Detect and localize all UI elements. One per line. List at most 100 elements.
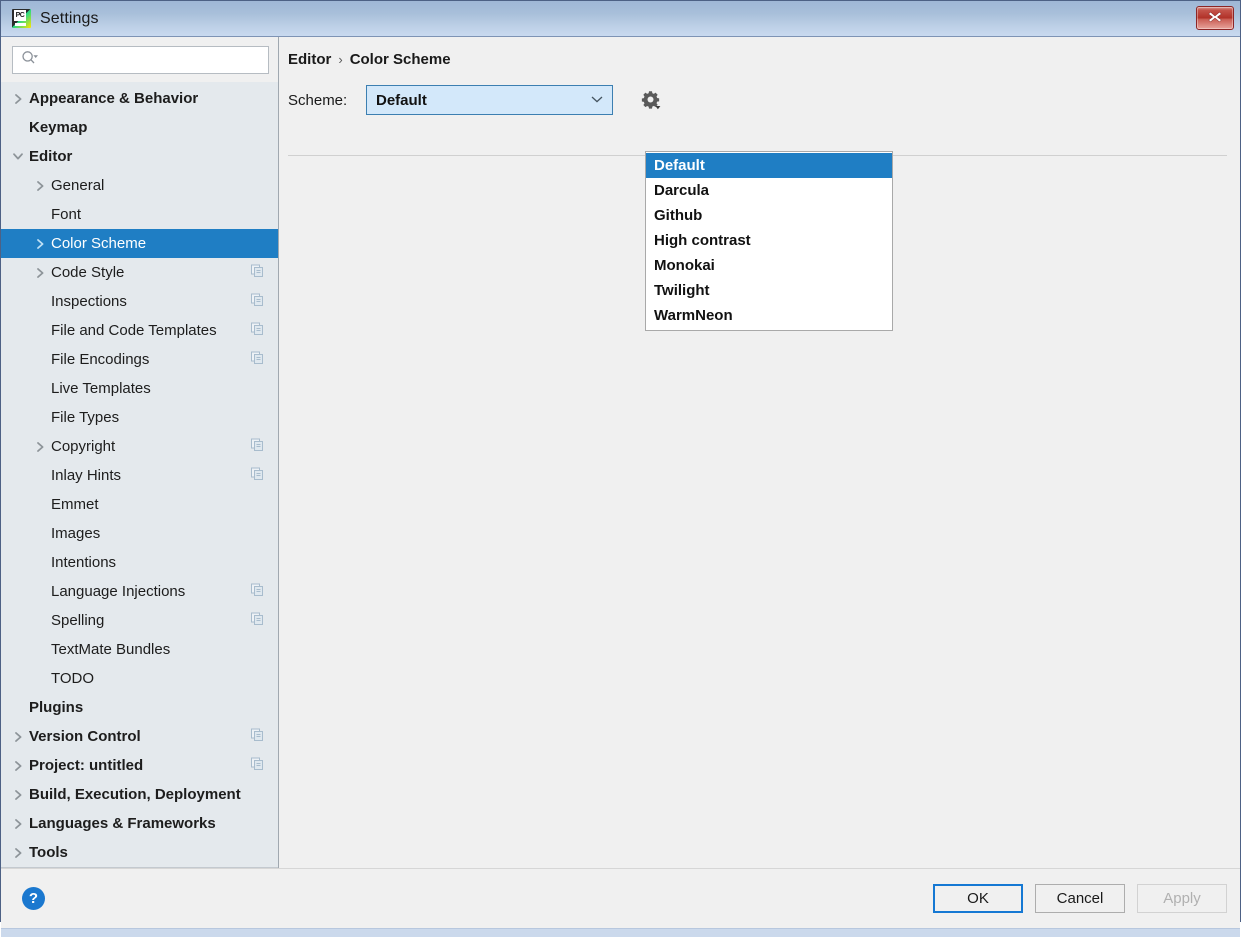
- sidebar-item-plugins[interactable]: Plugins: [1, 693, 278, 722]
- main-split: Appearance & Behavior Keymap Editor General…: [1, 37, 1240, 868]
- pycharm-icon: PC: [12, 9, 31, 28]
- project-scope-badge-icon: [251, 467, 264, 484]
- sidebar-item-font[interactable]: Font: [1, 200, 278, 229]
- project-scope-badge-icon: [251, 438, 264, 455]
- sidebar-item-project-untitled[interactable]: Project: untitled: [1, 751, 278, 780]
- sidebar-item-label: Intentions: [51, 554, 117, 571]
- sidebar-item-color-scheme[interactable]: Color Scheme: [1, 229, 278, 258]
- sidebar-item-spelling[interactable]: Spelling: [1, 606, 278, 635]
- sidebar-item-build-execution-deployment[interactable]: Build, Execution, Deployment: [1, 780, 278, 809]
- search-field[interactable]: [12, 46, 269, 74]
- sidebar-item-inlay-hints[interactable]: Inlay Hints: [1, 461, 278, 490]
- breadcrumb-separator-icon: ›: [338, 52, 343, 67]
- ok-button[interactable]: OK: [933, 884, 1023, 913]
- sidebar-item-file-types[interactable]: File Types: [1, 403, 278, 432]
- sidebar-item-label: Spelling: [51, 612, 105, 629]
- sidebar-item-general[interactable]: General: [1, 171, 278, 200]
- scheme-option-twilight[interactable]: Twilight: [646, 278, 892, 303]
- sidebar-item-label: Code Style: [51, 264, 125, 281]
- chevron-down-icon[interactable]: [10, 151, 26, 162]
- sidebar-item-label: Appearance & Behavior: [29, 90, 199, 107]
- sidebar-item-label: Tools: [29, 844, 68, 861]
- chevron-right-icon[interactable]: [10, 760, 26, 772]
- chevron-right-icon[interactable]: [10, 731, 26, 743]
- scheme-label: Scheme:: [288, 91, 348, 109]
- scheme-option-monokai[interactable]: Monokai: [646, 253, 892, 278]
- project-scope-badge-icon: [251, 583, 264, 600]
- sidebar-item-language-injections[interactable]: Language Injections: [1, 577, 278, 606]
- sidebar-item-languages-frameworks[interactable]: Languages & Frameworks: [1, 809, 278, 838]
- scheme-selected-value: Default: [376, 91, 427, 109]
- breadcrumb: Editor › Color Scheme: [279, 37, 1240, 68]
- chevron-right-icon[interactable]: [32, 267, 48, 279]
- project-scope-badge-icon: [251, 264, 264, 281]
- sidebar-item-label: Version Control: [29, 728, 141, 745]
- scheme-dropdown-popup: Default Darcula Github High contrast Monokai…: [645, 151, 893, 331]
- project-scope-badge-icon: [251, 757, 264, 774]
- close-icon[interactable]: [1196, 6, 1234, 30]
- window-title: Settings: [40, 9, 99, 27]
- sidebar-item-label: File Types: [51, 409, 120, 426]
- sidebar-item-emmet[interactable]: Emmet: [1, 490, 278, 519]
- dialog-footer: ? OK Cancel Apply: [1, 868, 1240, 928]
- settings-dialog: PC Settings Appearance & Behavior Keymap…: [0, 0, 1241, 937]
- scheme-row: Scheme: Default: [279, 85, 1240, 115]
- sidebar-item-label: Language Injections: [51, 583, 186, 600]
- chevron-right-icon[interactable]: [10, 818, 26, 830]
- scheme-option-high-contrast[interactable]: High contrast: [646, 228, 892, 253]
- chevron-right-icon[interactable]: [32, 180, 48, 192]
- sidebar-item-label: TextMate Bundles: [51, 641, 171, 658]
- app-icon-text: PC: [14, 10, 26, 21]
- sidebar-item-intentions[interactable]: Intentions: [1, 548, 278, 577]
- sidebar-item-label: Copyright: [51, 438, 116, 455]
- sidebar-item-label: Color Scheme: [51, 235, 147, 252]
- sidebar-item-label: Plugins: [29, 699, 84, 716]
- project-scope-badge-icon: [251, 351, 264, 368]
- footer-button-group: OK Cancel Apply: [933, 884, 1227, 913]
- sidebar-item-copyright[interactable]: Copyright: [1, 432, 278, 461]
- scheme-combobox[interactable]: Default: [366, 85, 613, 115]
- chevron-right-icon[interactable]: [10, 847, 26, 859]
- cancel-button[interactable]: Cancel: [1035, 884, 1125, 913]
- sidebar-item-version-control[interactable]: Version Control: [1, 722, 278, 751]
- sidebar-item-keymap[interactable]: Keymap: [1, 113, 278, 142]
- sidebar-item-inspections[interactable]: Inspections: [1, 287, 278, 316]
- sidebar-item-label: Font: [51, 206, 82, 223]
- sidebar-item-file-and-code-templates[interactable]: File and Code Templates: [1, 316, 278, 345]
- sidebar-item-label: TODO: [51, 670, 95, 687]
- sidebar-item-label: Languages & Frameworks: [29, 815, 216, 832]
- scheme-option-darcula[interactable]: Darcula: [646, 178, 892, 203]
- sidebar-item-label: Build, Execution, Deployment: [29, 786, 241, 803]
- chevron-right-icon[interactable]: [32, 441, 48, 453]
- sidebar-item-label: General: [51, 177, 105, 194]
- sidebar-item-label: Images: [51, 525, 101, 542]
- chevron-right-icon[interactable]: [10, 93, 26, 105]
- settings-tree: Appearance & Behavior Keymap Editor General…: [1, 82, 278, 868]
- sidebar-item-appearance-behavior[interactable]: Appearance & Behavior: [1, 84, 278, 113]
- breadcrumb-root[interactable]: Editor: [288, 51, 331, 68]
- sidebar-item-code-style[interactable]: Code Style: [1, 258, 278, 287]
- sidebar-item-images[interactable]: Images: [1, 519, 278, 548]
- sidebar-item-tools[interactable]: Tools: [1, 838, 278, 867]
- search-icon: [21, 50, 40, 71]
- dialog-content: Appearance & Behavior Keymap Editor General…: [1, 37, 1240, 937]
- search-area: [1, 37, 278, 82]
- help-icon[interactable]: ?: [22, 887, 45, 910]
- sidebar-item-file-encodings[interactable]: File Encodings: [1, 345, 278, 374]
- sidebar-item-label: Editor: [29, 148, 73, 165]
- sidebar-item-label: Live Templates: [51, 380, 151, 397]
- sidebar-item-textmate-bundles[interactable]: TextMate Bundles: [1, 635, 278, 664]
- gear-icon[interactable]: [639, 88, 663, 112]
- sidebar-item-live-templates[interactable]: Live Templates: [1, 374, 278, 403]
- search-input[interactable]: [44, 52, 254, 68]
- sidebar-item-todo[interactable]: TODO: [1, 664, 278, 693]
- chevron-right-icon[interactable]: [10, 789, 26, 801]
- scheme-option-default[interactable]: Default: [646, 153, 892, 178]
- chevron-right-icon[interactable]: [32, 238, 48, 250]
- app-icon-bar: [15, 23, 26, 26]
- settings-detail-panel: Editor › Color Scheme Scheme: Default De…: [279, 37, 1240, 868]
- scheme-option-github[interactable]: Github: [646, 203, 892, 228]
- scheme-option-warmneon[interactable]: WarmNeon: [646, 303, 892, 328]
- sidebar-item-editor[interactable]: Editor: [1, 142, 278, 171]
- apply-button: Apply: [1137, 884, 1227, 913]
